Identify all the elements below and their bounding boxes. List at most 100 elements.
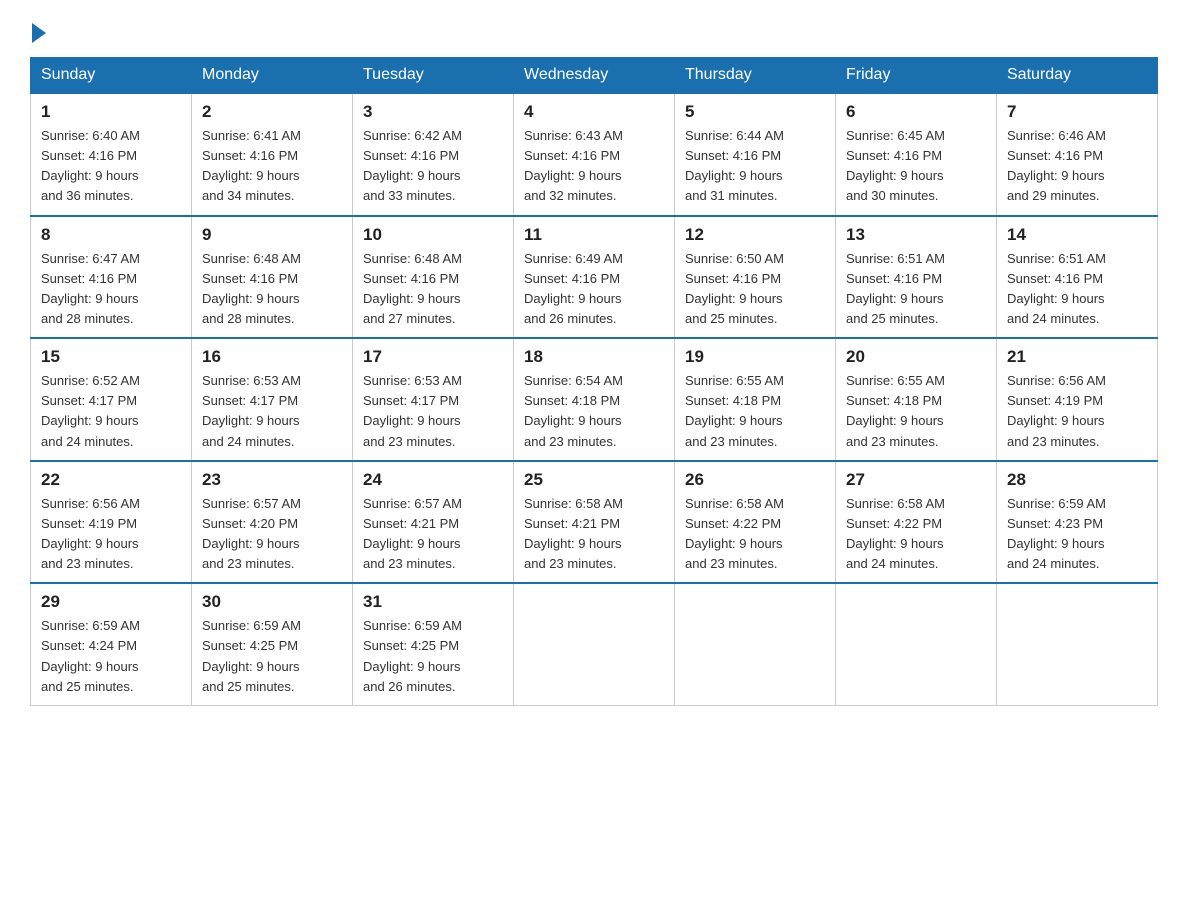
calendar-day-cell: 13 Sunrise: 6:51 AMSunset: 4:16 PMDaylig… [836, 216, 997, 339]
calendar-day-cell: 18 Sunrise: 6:54 AMSunset: 4:18 PMDaylig… [514, 338, 675, 461]
weekday-thursday: Thursday [675, 58, 836, 94]
calendar-week-row: 29 Sunrise: 6:59 AMSunset: 4:24 PMDaylig… [31, 583, 1158, 705]
day-number: 20 [846, 347, 986, 367]
day-info: Sunrise: 6:40 AMSunset: 4:16 PMDaylight:… [41, 128, 140, 203]
day-info: Sunrise: 6:57 AMSunset: 4:21 PMDaylight:… [363, 496, 462, 571]
day-number: 13 [846, 225, 986, 245]
calendar-day-cell: 3 Sunrise: 6:42 AMSunset: 4:16 PMDayligh… [353, 93, 514, 216]
day-info: Sunrise: 6:51 AMSunset: 4:16 PMDaylight:… [846, 251, 945, 326]
calendar-day-cell: 20 Sunrise: 6:55 AMSunset: 4:18 PMDaylig… [836, 338, 997, 461]
day-info: Sunrise: 6:57 AMSunset: 4:20 PMDaylight:… [202, 496, 301, 571]
calendar-day-cell: 19 Sunrise: 6:55 AMSunset: 4:18 PMDaylig… [675, 338, 836, 461]
day-info: Sunrise: 6:58 AMSunset: 4:22 PMDaylight:… [685, 496, 784, 571]
calendar-week-row: 1 Sunrise: 6:40 AMSunset: 4:16 PMDayligh… [31, 93, 1158, 216]
day-number: 12 [685, 225, 825, 245]
day-number: 2 [202, 102, 342, 122]
day-info: Sunrise: 6:58 AMSunset: 4:22 PMDaylight:… [846, 496, 945, 571]
day-info: Sunrise: 6:58 AMSunset: 4:21 PMDaylight:… [524, 496, 623, 571]
day-info: Sunrise: 6:54 AMSunset: 4:18 PMDaylight:… [524, 373, 623, 448]
day-number: 5 [685, 102, 825, 122]
day-info: Sunrise: 6:52 AMSunset: 4:17 PMDaylight:… [41, 373, 140, 448]
day-number: 17 [363, 347, 503, 367]
day-number: 15 [41, 347, 181, 367]
calendar-day-cell: 25 Sunrise: 6:58 AMSunset: 4:21 PMDaylig… [514, 461, 675, 584]
weekday-monday: Monday [192, 58, 353, 94]
day-info: Sunrise: 6:51 AMSunset: 4:16 PMDaylight:… [1007, 251, 1106, 326]
weekday-row: SundayMondayTuesdayWednesdayThursdayFrid… [31, 58, 1158, 94]
calendar-day-cell: 21 Sunrise: 6:56 AMSunset: 4:19 PMDaylig… [997, 338, 1158, 461]
day-info: Sunrise: 6:42 AMSunset: 4:16 PMDaylight:… [363, 128, 462, 203]
weekday-wednesday: Wednesday [514, 58, 675, 94]
weekday-sunday: Sunday [31, 58, 192, 94]
calendar-day-cell: 26 Sunrise: 6:58 AMSunset: 4:22 PMDaylig… [675, 461, 836, 584]
calendar-day-cell: 29 Sunrise: 6:59 AMSunset: 4:24 PMDaylig… [31, 583, 192, 705]
calendar-day-cell: 5 Sunrise: 6:44 AMSunset: 4:16 PMDayligh… [675, 93, 836, 216]
day-info: Sunrise: 6:44 AMSunset: 4:16 PMDaylight:… [685, 128, 784, 203]
day-info: Sunrise: 6:53 AMSunset: 4:17 PMDaylight:… [363, 373, 462, 448]
day-info: Sunrise: 6:59 AMSunset: 4:25 PMDaylight:… [202, 618, 301, 693]
calendar-day-cell: 22 Sunrise: 6:56 AMSunset: 4:19 PMDaylig… [31, 461, 192, 584]
calendar-day-cell: 11 Sunrise: 6:49 AMSunset: 4:16 PMDaylig… [514, 216, 675, 339]
day-number: 26 [685, 470, 825, 490]
day-number: 23 [202, 470, 342, 490]
day-info: Sunrise: 6:47 AMSunset: 4:16 PMDaylight:… [41, 251, 140, 326]
day-number: 29 [41, 592, 181, 612]
day-info: Sunrise: 6:50 AMSunset: 4:16 PMDaylight:… [685, 251, 784, 326]
day-number: 27 [846, 470, 986, 490]
day-number: 6 [846, 102, 986, 122]
calendar-day-cell: 10 Sunrise: 6:48 AMSunset: 4:16 PMDaylig… [353, 216, 514, 339]
calendar-day-cell: 2 Sunrise: 6:41 AMSunset: 4:16 PMDayligh… [192, 93, 353, 216]
day-info: Sunrise: 6:55 AMSunset: 4:18 PMDaylight:… [685, 373, 784, 448]
day-info: Sunrise: 6:56 AMSunset: 4:19 PMDaylight:… [1007, 373, 1106, 448]
day-info: Sunrise: 6:49 AMSunset: 4:16 PMDaylight:… [524, 251, 623, 326]
day-number: 1 [41, 102, 181, 122]
calendar-day-cell: 4 Sunrise: 6:43 AMSunset: 4:16 PMDayligh… [514, 93, 675, 216]
day-number: 28 [1007, 470, 1147, 490]
day-number: 11 [524, 225, 664, 245]
calendar-table: SundayMondayTuesdayWednesdayThursdayFrid… [30, 57, 1158, 706]
day-number: 24 [363, 470, 503, 490]
day-number: 7 [1007, 102, 1147, 122]
calendar-day-cell: 16 Sunrise: 6:53 AMSunset: 4:17 PMDaylig… [192, 338, 353, 461]
day-number: 31 [363, 592, 503, 612]
calendar-body: 1 Sunrise: 6:40 AMSunset: 4:16 PMDayligh… [31, 93, 1158, 705]
day-number: 9 [202, 225, 342, 245]
calendar-day-cell: 14 Sunrise: 6:51 AMSunset: 4:16 PMDaylig… [997, 216, 1158, 339]
calendar-week-row: 8 Sunrise: 6:47 AMSunset: 4:16 PMDayligh… [31, 216, 1158, 339]
day-number: 16 [202, 347, 342, 367]
calendar-day-cell: 12 Sunrise: 6:50 AMSunset: 4:16 PMDaylig… [675, 216, 836, 339]
day-number: 19 [685, 347, 825, 367]
day-number: 22 [41, 470, 181, 490]
calendar-header: SundayMondayTuesdayWednesdayThursdayFrid… [31, 58, 1158, 94]
calendar-day-cell: 15 Sunrise: 6:52 AMSunset: 4:17 PMDaylig… [31, 338, 192, 461]
calendar-day-cell: 1 Sunrise: 6:40 AMSunset: 4:16 PMDayligh… [31, 93, 192, 216]
calendar-day-cell: 8 Sunrise: 6:47 AMSunset: 4:16 PMDayligh… [31, 216, 192, 339]
day-number: 10 [363, 225, 503, 245]
logo-triangle-icon [32, 23, 46, 43]
day-info: Sunrise: 6:59 AMSunset: 4:23 PMDaylight:… [1007, 496, 1106, 571]
calendar-day-cell [514, 583, 675, 705]
day-number: 21 [1007, 347, 1147, 367]
calendar-week-row: 22 Sunrise: 6:56 AMSunset: 4:19 PMDaylig… [31, 461, 1158, 584]
page-header [30, 20, 1158, 39]
day-number: 30 [202, 592, 342, 612]
day-info: Sunrise: 6:46 AMSunset: 4:16 PMDaylight:… [1007, 128, 1106, 203]
calendar-week-row: 15 Sunrise: 6:52 AMSunset: 4:17 PMDaylig… [31, 338, 1158, 461]
calendar-day-cell: 28 Sunrise: 6:59 AMSunset: 4:23 PMDaylig… [997, 461, 1158, 584]
day-info: Sunrise: 6:53 AMSunset: 4:17 PMDaylight:… [202, 373, 301, 448]
day-info: Sunrise: 6:45 AMSunset: 4:16 PMDaylight:… [846, 128, 945, 203]
day-info: Sunrise: 6:55 AMSunset: 4:18 PMDaylight:… [846, 373, 945, 448]
day-number: 14 [1007, 225, 1147, 245]
calendar-day-cell [997, 583, 1158, 705]
weekday-saturday: Saturday [997, 58, 1158, 94]
weekday-tuesday: Tuesday [353, 58, 514, 94]
day-number: 18 [524, 347, 664, 367]
calendar-day-cell: 6 Sunrise: 6:45 AMSunset: 4:16 PMDayligh… [836, 93, 997, 216]
calendar-day-cell: 30 Sunrise: 6:59 AMSunset: 4:25 PMDaylig… [192, 583, 353, 705]
day-info: Sunrise: 6:59 AMSunset: 4:24 PMDaylight:… [41, 618, 140, 693]
calendar-day-cell: 9 Sunrise: 6:48 AMSunset: 4:16 PMDayligh… [192, 216, 353, 339]
calendar-day-cell [836, 583, 997, 705]
day-info: Sunrise: 6:48 AMSunset: 4:16 PMDaylight:… [202, 251, 301, 326]
calendar-day-cell: 23 Sunrise: 6:57 AMSunset: 4:20 PMDaylig… [192, 461, 353, 584]
day-number: 4 [524, 102, 664, 122]
